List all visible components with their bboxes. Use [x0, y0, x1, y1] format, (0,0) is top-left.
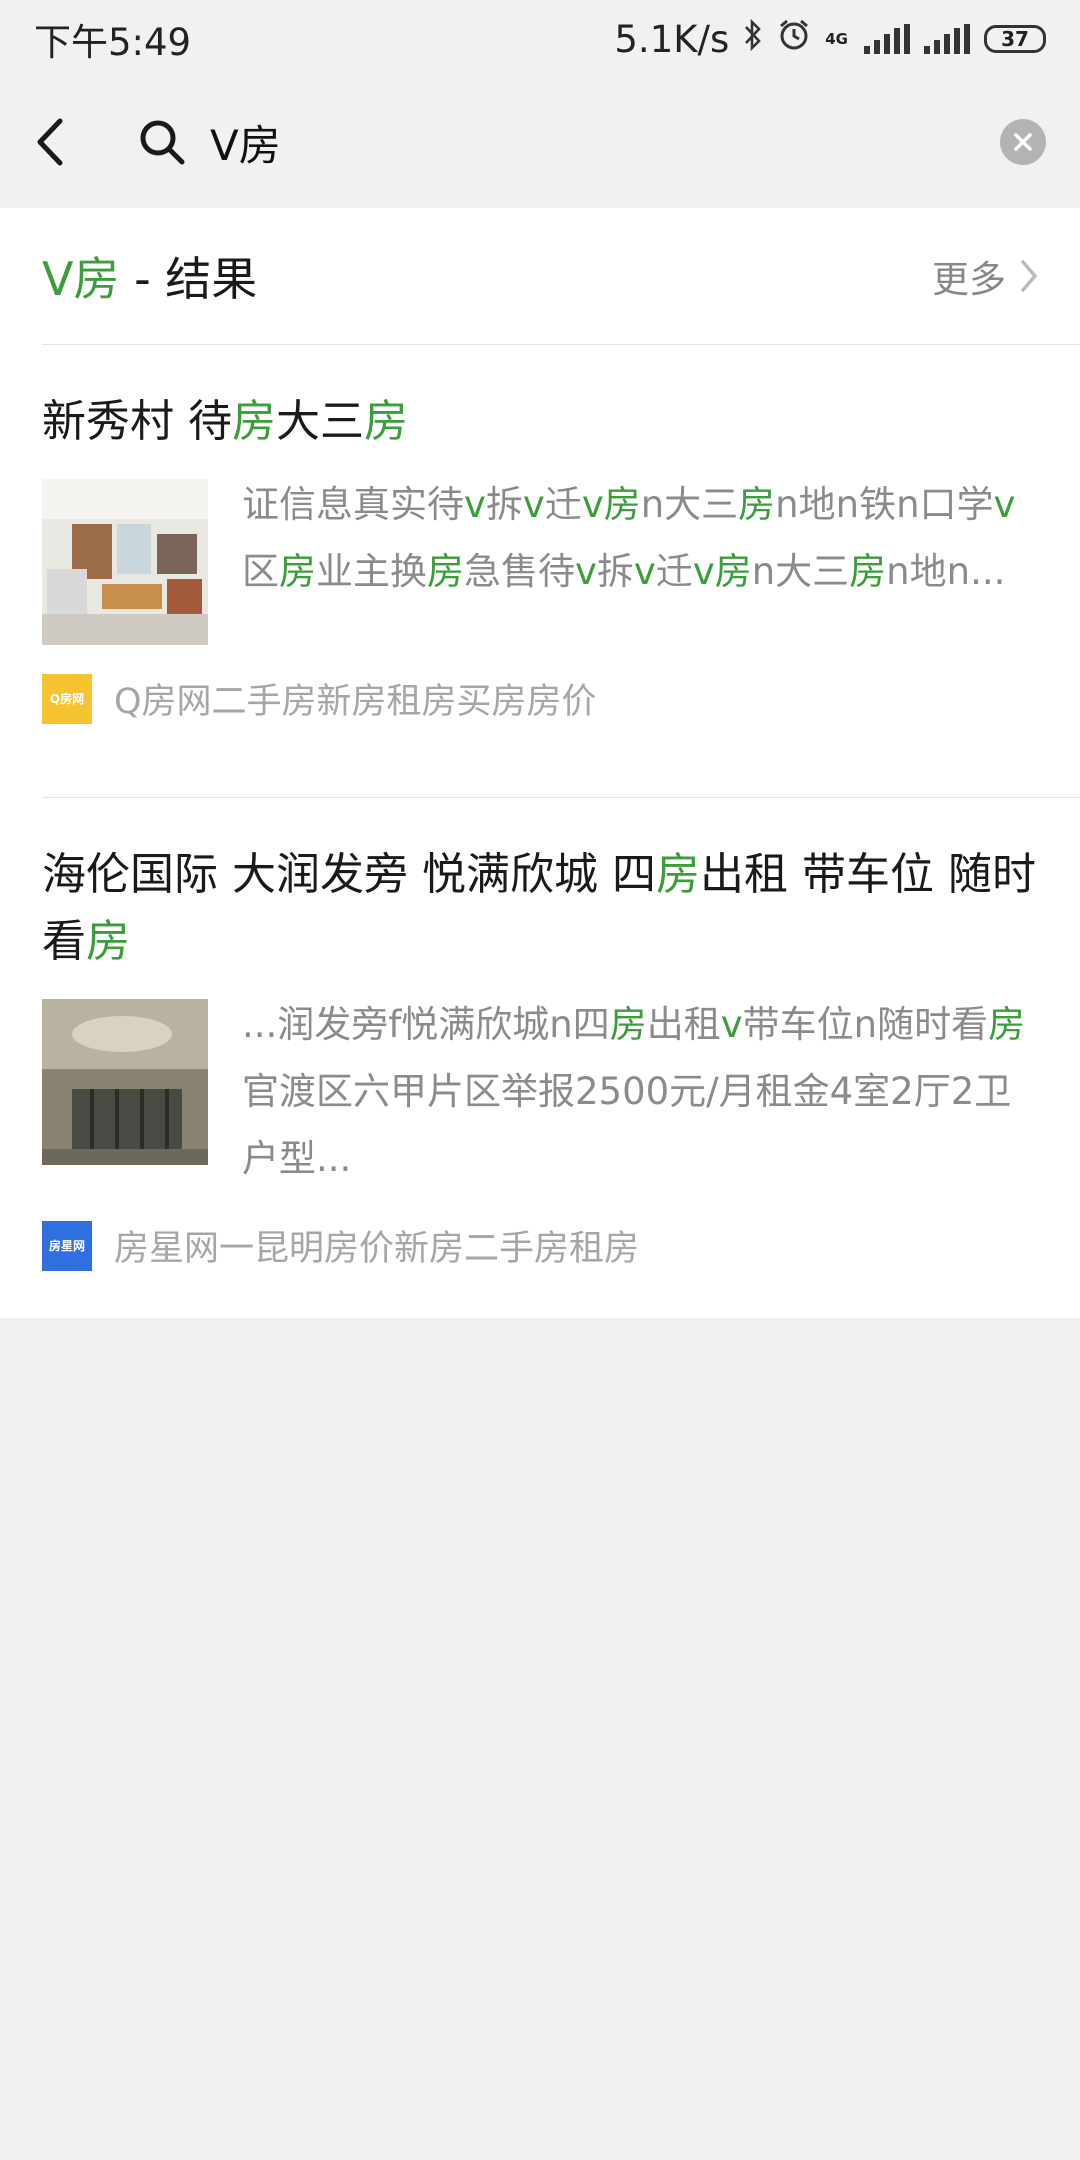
- text-segment: 带车位n随时看: [742, 1003, 989, 1046]
- text-segment: n大三: [640, 483, 739, 526]
- section-title: V房 - 结果: [42, 252, 258, 306]
- highlight-text: v: [633, 550, 656, 593]
- highlight-text: 房: [988, 1003, 1026, 1046]
- source-name: 房星网一昆明房价新房二手房租房: [114, 1229, 640, 1269]
- network-type: 4G: [825, 30, 848, 48]
- text-segment: 海伦国际 大润发旁 悦满欣城 四: [42, 849, 656, 900]
- highlight-text: 房: [232, 396, 276, 447]
- net-speed: 5.1K/s: [614, 17, 730, 61]
- text-segment: 区: [242, 550, 279, 593]
- chevron-right-icon: [1021, 260, 1037, 292]
- text-segment: ...润发旁f悦满欣城n四: [242, 1003, 610, 1046]
- results-card: V房 - 结果 更多 新秀村 待房大三房 证信息真实待v拆v迁v房n大三房n地n…: [0, 208, 1080, 1318]
- section-header: V房 - 结果 更多: [0, 208, 1080, 344]
- highlight-text: v: [720, 1003, 743, 1046]
- highlight-text: 房: [427, 550, 464, 593]
- highlight-text: v: [575, 550, 597, 593]
- more-label: 更多: [932, 258, 1006, 301]
- text-segment: 拆: [596, 550, 634, 593]
- text-segment: 急售待: [464, 550, 575, 593]
- text-segment: 迁: [655, 550, 693, 593]
- text-segment: 官渡区六甲片区举报2500元/月租金4室2厅2卫户型...: [242, 1070, 1012, 1180]
- search-bar: V房: [0, 78, 1080, 206]
- status-bar: 下午5:49 5.1K/s 4G 37: [0, 0, 1080, 78]
- highlight-text: 房: [609, 1003, 647, 1046]
- result-title: 新秀村 待房大三房: [42, 388, 1038, 455]
- result-source: 房星网 房星网一昆明房价新房二手房租房: [42, 1220, 1038, 1271]
- highlight-text: 房: [849, 550, 887, 593]
- status-time: 下午5:49: [34, 21, 192, 64]
- highlight-text: 房: [279, 550, 316, 593]
- result-thumbnail: [42, 479, 208, 645]
- source-logo: 房星网: [42, 1220, 92, 1271]
- text-segment: 新秀村 待: [42, 396, 232, 447]
- text-segment: n地n铁n口学: [775, 483, 994, 526]
- search-input[interactable]: V房: [138, 112, 1000, 173]
- signal-icon: [864, 24, 910, 54]
- result-source: Q房网 Q房网二手房新房租房买房房价: [42, 673, 1038, 724]
- close-icon: [1014, 133, 1032, 151]
- highlight-text: v房: [692, 550, 752, 593]
- bluetooth-icon: [743, 18, 763, 61]
- text-segment: 证信息真实待: [242, 483, 464, 526]
- highlight-text: v: [522, 483, 545, 526]
- text-segment: 大三: [276, 396, 364, 447]
- alarm-icon: [777, 18, 811, 61]
- highlight-text: 房: [655, 849, 700, 900]
- source-name: Q房网二手房新房租房买房房价: [114, 682, 597, 722]
- highlight-text: 房: [86, 916, 130, 967]
- text-segment: n大三: [751, 550, 850, 593]
- status-icons: 5.1K/s 4G 37: [614, 18, 1046, 61]
- clear-button[interactable]: [1000, 119, 1046, 165]
- highlight-text: v: [993, 483, 1016, 526]
- highlight-text: 房: [738, 483, 776, 526]
- chevron-left-icon: [37, 118, 63, 166]
- highlight-text: v房: [581, 483, 641, 526]
- text-segment: 业主换: [316, 550, 427, 593]
- result-item[interactable]: 海伦国际 大润发旁 悦满欣城 四房出租 带车位 随时看房 ...润发旁f悦满欣城…: [0, 798, 1080, 1271]
- text-segment: 出租: [646, 1003, 721, 1046]
- back-button[interactable]: [34, 107, 84, 177]
- search-icon: [140, 120, 185, 165]
- result-snippet: ...润发旁f悦满欣城n四房出租v带车位n随时看房官渡区六甲片区举报2500元/…: [242, 991, 1038, 1192]
- battery-icon: 37: [984, 25, 1046, 53]
- result-thumbnail: [42, 999, 208, 1165]
- more-link[interactable]: 更多: [932, 249, 1038, 303]
- text-segment: 迁: [544, 483, 582, 526]
- text-segment: 拆: [485, 483, 523, 526]
- search-query: V房: [210, 120, 281, 170]
- highlight-text: 房: [364, 396, 408, 447]
- highlight-text: v: [464, 483, 486, 526]
- text-segment: n地n...: [886, 550, 1006, 593]
- source-logo: Q房网: [42, 673, 92, 724]
- result-title: 海伦国际 大润发旁 悦满欣城 四房出租 带车位 随时看房: [42, 841, 1038, 975]
- result-item[interactable]: 新秀村 待房大三房 证信息真实待v拆v迁v房n大三房n地n铁n口学v区房业主换房…: [0, 345, 1080, 797]
- signal-icon-2: [924, 24, 970, 54]
- result-snippet: 证信息真实待v拆v迁v房n大三房n地n铁n口学v区房业主换房急售待v拆v迁v房n…: [242, 471, 1038, 645]
